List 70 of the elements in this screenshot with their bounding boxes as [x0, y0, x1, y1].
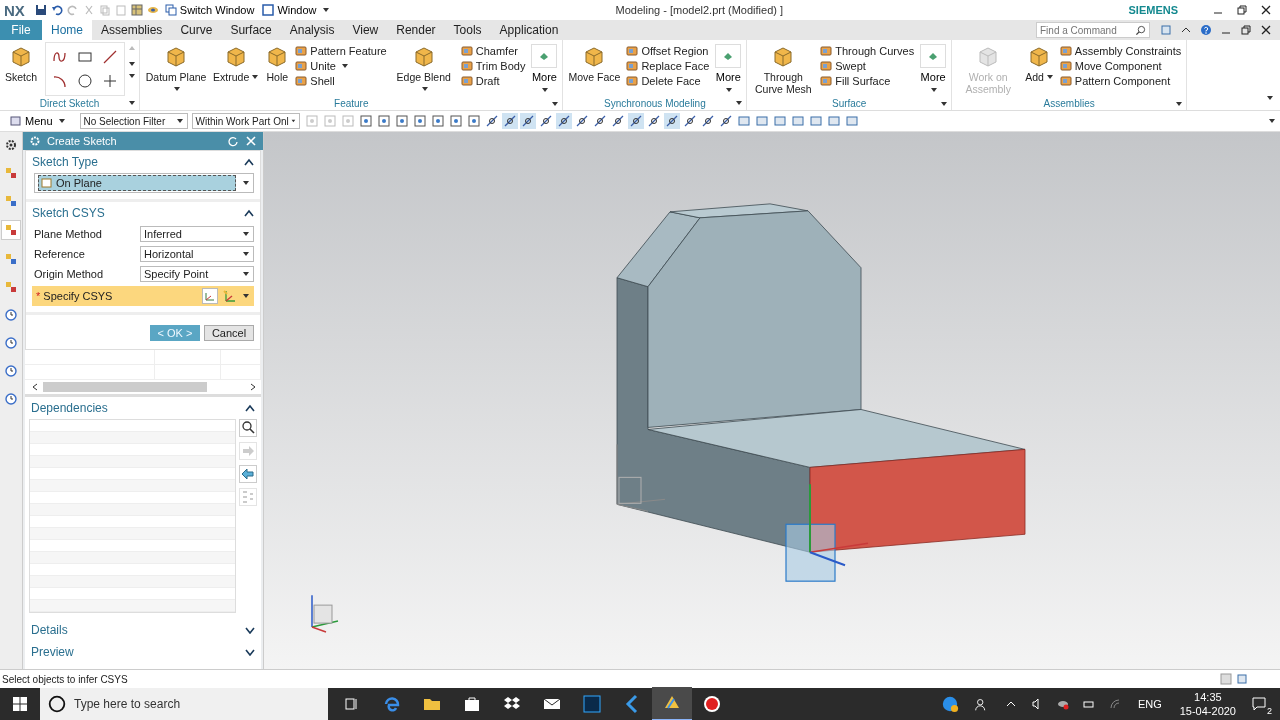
dropdown-field[interactable]: Inferred	[140, 226, 254, 242]
command-search-field[interactable]: Find a Command	[1036, 22, 1150, 38]
group-label: Direct Sketch	[39, 97, 100, 109]
ribbon-button[interactable]: Trim Body	[458, 59, 528, 73]
section-title: Sketch Type	[32, 155, 98, 169]
ribbon-button[interactable]: Through Curves	[818, 44, 917, 58]
ribbon-button[interactable]: Assembly Constraints	[1057, 44, 1184, 58]
app-logo: NX	[4, 1, 25, 19]
dropdown-field[interactable]: Horizontal	[140, 246, 254, 262]
ribbon-tab[interactable]: Home	[42, 20, 92, 40]
more-button[interactable]: More	[918, 42, 949, 96]
dialog-title: Create Sketch	[47, 135, 118, 147]
field-label: Plane Method	[34, 228, 102, 240]
ribbon-button[interactable]: Pattern Feature	[293, 44, 389, 58]
ribbon-tab[interactable]: Render	[387, 20, 445, 40]
ribbon-button[interactable]: Move Component	[1057, 59, 1184, 73]
selection-filter-dropdown[interactable]: No Selection Filter	[79, 113, 188, 129]
clock-time[interactable]: 14:35	[1194, 690, 1222, 704]
ribbon-tab[interactable]: Application	[490, 20, 568, 40]
ribbon-tab[interactable]: Curve	[171, 20, 222, 40]
ribbon-button[interactable]: Sketch	[3, 42, 40, 85]
group-label: Surface	[831, 98, 867, 109]
menu-button[interactable]: Menu	[4, 114, 72, 128]
cancel-button[interactable]: Cancel	[204, 325, 254, 341]
section-title: Preview	[31, 645, 74, 659]
ribbon-button[interactable]: Edge Blend	[390, 42, 457, 97]
dropdown-field[interactable]: Specify Point	[140, 266, 254, 282]
ribbon-button[interactable]: Extrude	[211, 42, 262, 85]
ribbon-tab[interactable]: Tools	[444, 20, 491, 40]
ribbon-button[interactable]: Add	[1023, 42, 1056, 85]
window-title: Modeling - [model2.prt (Modified) ]	[615, 4, 784, 16]
more-button[interactable]: More	[529, 42, 560, 96]
ribbon-tab[interactable]: Surface	[221, 20, 281, 40]
sketch-type-dropdown[interactable]: On Plane	[34, 173, 254, 193]
more-button[interactable]: More	[713, 42, 744, 96]
section-title: Sketch CSYS	[32, 206, 105, 220]
field-label: Origin Method	[34, 268, 104, 280]
ribbon-tab[interactable]: Analysis	[280, 20, 344, 40]
brand-label: SIEMENS	[1128, 4, 1178, 16]
clock-date[interactable]: 15-04-2020	[1179, 704, 1236, 718]
selection-filter-dropdown[interactable]: Within Work Part Onl	[191, 113, 300, 129]
ribbon-tab[interactable]: View	[343, 20, 388, 40]
ribbon-button[interactable]: Fill Surface	[818, 74, 917, 88]
window-menu-button[interactable]: Window	[260, 4, 332, 16]
ribbon-button[interactable]: Unite	[293, 59, 389, 73]
group-label: Feature	[334, 98, 369, 109]
ribbon-button[interactable]: Offset Region	[624, 44, 712, 58]
ribbon-button[interactable]: Datum Plane	[143, 42, 210, 97]
ribbon-button[interactable]: Replace Face	[624, 59, 712, 73]
field-label: Reference	[34, 248, 85, 260]
language-indicator[interactable]: ENG	[1127, 698, 1172, 710]
file-tab[interactable]: File	[0, 20, 42, 40]
switch-window-button[interactable]: Switch Window	[162, 4, 257, 16]
section-title: Details	[31, 623, 68, 637]
ribbon-button[interactable]: Pattern Component	[1057, 74, 1184, 88]
ribbon-button[interactable]: Delete Face	[624, 74, 712, 88]
notifications-button[interactable]: 2	[1244, 696, 1274, 712]
group-label: Assemblies	[1043, 98, 1095, 109]
ribbon-button[interactable]: Through Curve Mesh	[750, 42, 817, 97]
status-message: Select objects to infer CSYS	[2, 673, 128, 685]
ribbon-button[interactable]: Move Face	[566, 42, 623, 85]
ribbon-button[interactable]: Shell	[293, 74, 389, 88]
section-title: Dependencies	[31, 401, 108, 415]
ribbon-button[interactable]: Swept	[818, 59, 917, 73]
ribbon-tab[interactable]: Assemblies	[92, 20, 172, 40]
ribbon-button[interactable]: Hole	[263, 42, 292, 85]
ribbon-button[interactable]: Chamfer	[458, 44, 528, 58]
taskbar-search-field[interactable]: Type here to search	[40, 688, 328, 720]
group-label: Synchronous Modeling	[604, 97, 706, 109]
ribbon-button[interactable]: Draft	[458, 74, 528, 88]
